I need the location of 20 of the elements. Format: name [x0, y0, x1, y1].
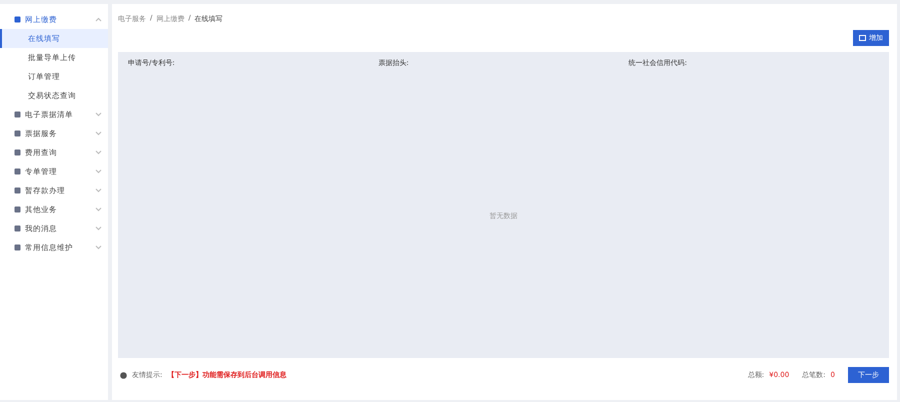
- chevron-icon: [95, 169, 102, 174]
- menu-item-icon: [14, 225, 21, 232]
- chevron-icon: [95, 207, 102, 212]
- menu-item-icon: [14, 168, 21, 175]
- menu-item-icon: [14, 149, 21, 156]
- info-icon: [120, 372, 127, 378]
- folder-icon: [859, 35, 866, 41]
- chevron-icon: [95, 131, 102, 136]
- menu-item-icon: [14, 16, 21, 23]
- menu-item-icon: [14, 111, 21, 118]
- chevron-icon: [95, 112, 102, 117]
- menu-item-icon: [14, 206, 21, 213]
- chevron-icon: [95, 226, 102, 231]
- menu-item-icon: [14, 130, 21, 137]
- chevron-icon: [95, 188, 102, 193]
- chevron-icon: [95, 150, 102, 155]
- chevron-icon: [95, 17, 102, 22]
- menu-item-icon: [14, 244, 21, 251]
- menu-item-icon: [14, 187, 21, 194]
- chevron-icon: [95, 245, 102, 250]
